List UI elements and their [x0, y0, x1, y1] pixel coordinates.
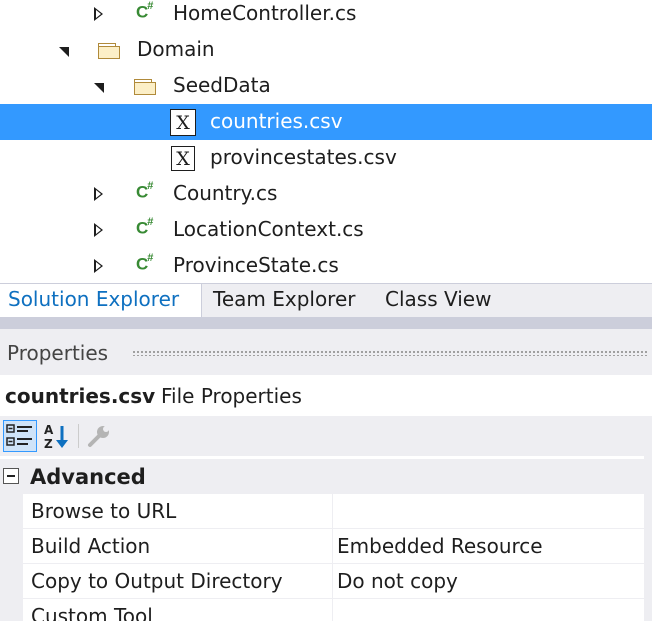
properties-toolbar: A Z	[0, 416, 652, 456]
alphabetical-sort-icon: A Z	[44, 423, 68, 450]
tree-item-label: HomeController.cs	[173, 1, 357, 25]
tree-item-label: countries.csv	[210, 109, 343, 133]
tree-item-homecontroller[interactable]: C# HomeController.cs	[0, 0, 652, 32]
solution-explorer-tree: C# HomeController.cs Domain SeedData X c…	[0, 0, 652, 283]
tree-item-countries-csv[interactable]: X countries.csv	[0, 104, 652, 140]
property-grid: Advanced Browse to URL Build Action Embe…	[0, 456, 652, 621]
folder-icon	[134, 79, 156, 95]
csharp-file-icon: C#	[136, 0, 153, 22]
categorized-button[interactable]	[3, 420, 37, 452]
column-divider[interactable]	[332, 564, 333, 599]
categorized-icon	[6, 424, 32, 446]
tool-window-tab-strip: Solution Explorer Team Explorer Class Vi…	[0, 283, 652, 317]
property-row-browse-to-url[interactable]: Browse to URL	[23, 494, 652, 529]
tree-item-seeddata[interactable]: SeedData	[0, 68, 652, 104]
category-advanced[interactable]: Advanced	[0, 459, 652, 494]
object-selector[interactable]: countries.csv File Properties	[0, 375, 652, 416]
tree-item-label: SeedData	[173, 73, 271, 97]
property-value[interactable]: Do not copy	[337, 569, 458, 593]
property-name: Copy to Output Directory	[31, 569, 283, 593]
tree-item-label: Country.cs	[173, 181, 278, 205]
tab-team-explorer[interactable]: Team Explorer	[205, 284, 364, 317]
tree-item-label: Domain	[137, 37, 215, 61]
property-name: Custom Tool	[31, 604, 153, 621]
svg-text:Z: Z	[44, 437, 53, 450]
property-name: Browse to URL	[31, 499, 177, 523]
properties-title: Properties	[7, 341, 109, 365]
csharp-file-icon: C#	[136, 252, 153, 274]
property-pages-button[interactable]	[82, 420, 116, 452]
tree-item-provincestates-csv[interactable]: X provincestates.csv	[0, 140, 652, 176]
tab-class-view[interactable]: Class View	[377, 284, 499, 317]
property-row-custom-tool[interactable]: Custom Tool	[23, 599, 652, 621]
collapse-category-icon[interactable]	[3, 468, 19, 484]
alphabetical-button[interactable]: A Z	[40, 420, 74, 452]
selected-object-type: File Properties	[161, 384, 302, 408]
folder-icon	[98, 43, 120, 59]
tree-item-country-cs[interactable]: C# Country.cs	[0, 176, 652, 212]
tree-item-locationcontext-cs[interactable]: C# LocationContext.cs	[0, 212, 652, 248]
category-label: Advanced	[30, 465, 146, 489]
excel-file-icon: X	[171, 146, 195, 171]
tab-solution-explorer[interactable]: Solution Explorer	[0, 284, 202, 317]
title-bar-grip	[132, 350, 648, 356]
collapse-arrow-icon[interactable]	[91, 68, 107, 104]
property-row-copy-to-output[interactable]: Copy to Output Directory Do not copy	[23, 564, 652, 599]
tree-item-provincestate-cs[interactable]: C# ProvinceState.cs	[0, 248, 652, 283]
tree-item-domain[interactable]: Domain	[0, 32, 652, 68]
property-value[interactable]: Embedded Resource	[337, 534, 543, 558]
selected-object-name: countries.csv	[5, 384, 156, 408]
csharp-file-icon: C#	[136, 216, 153, 238]
expand-arrow-icon[interactable]	[90, 176, 106, 212]
expand-arrow-icon[interactable]	[90, 0, 106, 32]
column-divider[interactable]	[332, 529, 333, 564]
tree-item-label: ProvinceState.cs	[173, 253, 339, 277]
properties-title-bar[interactable]: Properties	[0, 329, 652, 375]
expand-arrow-icon[interactable]	[90, 212, 106, 248]
scrollbar-edge[interactable]	[644, 456, 652, 621]
collapse-arrow-icon[interactable]	[56, 32, 72, 68]
wrench-icon	[88, 426, 109, 447]
column-divider[interactable]	[332, 599, 333, 621]
property-name: Build Action	[31, 534, 151, 558]
tree-item-label: provincestates.csv	[210, 145, 397, 169]
property-grid-gutter	[0, 494, 23, 621]
expand-arrow-icon[interactable]	[90, 248, 106, 283]
excel-file-icon: X	[170, 109, 196, 136]
csharp-file-icon: C#	[136, 180, 153, 202]
column-divider[interactable]	[332, 494, 333, 529]
svg-text:A: A	[44, 423, 54, 437]
toolbar-separator	[78, 424, 79, 448]
property-row-build-action[interactable]: Build Action Embedded Resource	[23, 529, 652, 564]
tree-item-label: LocationContext.cs	[173, 217, 364, 241]
panel-splitter[interactable]	[0, 317, 652, 329]
